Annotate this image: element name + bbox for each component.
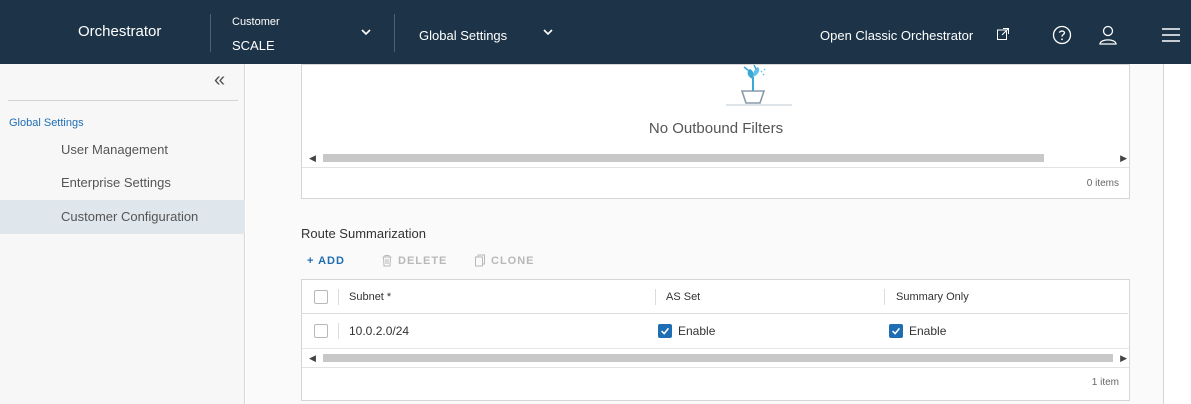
as-set-label: Enable — [678, 324, 716, 338]
header-divider — [210, 14, 211, 52]
sidebar-item-customer-configuration[interactable]: Customer Configuration — [0, 200, 245, 234]
scrollbar-thumb[interactable] — [323, 354, 1113, 362]
row-select-checkbox[interactable] — [314, 324, 328, 338]
header-divider — [394, 14, 395, 52]
user-icon[interactable] — [1098, 24, 1118, 46]
column-header-summary-only[interactable]: Summary Only — [896, 280, 969, 314]
clone-button[interactable]: CLONE — [491, 255, 535, 267]
summary-only-label: Enable — [909, 324, 947, 338]
right-gutter — [1164, 64, 1191, 404]
top-header: Orchestrator Customer SCALE Global Setti… — [0, 0, 1191, 64]
footer-divider — [302, 167, 1129, 168]
external-link-icon[interactable] — [996, 27, 1010, 41]
sidebar — [0, 64, 245, 404]
footer-divider — [302, 367, 1129, 368]
outbound-filters-grid: No Outbound Filters ◀ ▶ 0 items — [301, 64, 1130, 199]
as-set-checkbox[interactable] — [658, 324, 672, 338]
help-icon[interactable] — [1052, 25, 1072, 45]
section-title: Route Summarization — [301, 226, 426, 241]
scrollbar-thumb[interactable] — [323, 154, 1044, 162]
scroll-left-icon[interactable]: ◀ — [309, 352, 316, 364]
column-divider — [884, 289, 885, 305]
collapse-sidebar-icon[interactable]: « — [214, 70, 234, 90]
copy-icon — [475, 254, 485, 267]
sidebar-section-title: Global Settings — [9, 117, 84, 129]
delete-button[interactable]: DELETE — [398, 255, 447, 267]
customer-chevron-down-icon[interactable] — [359, 25, 373, 39]
scroll-left-icon[interactable]: ◀ — [309, 152, 316, 164]
open-classic-orchestrator-link[interactable]: Open Classic Orchestrator — [820, 0, 973, 72]
scroll-right-icon[interactable]: ▶ — [1120, 352, 1127, 364]
subnet-cell[interactable]: 10.0.2.0/24 — [349, 314, 409, 348]
customer-value[interactable]: SCALE — [232, 38, 275, 53]
add-button[interactable]: + ADD — [307, 255, 345, 267]
trash-icon — [382, 255, 392, 267]
table-row: 10.0.2.0/24 Enable Enable — [302, 314, 1128, 348]
sidebar-item-enterprise-settings[interactable]: Enterprise Settings — [0, 166, 245, 200]
column-divider — [655, 289, 656, 305]
horizontal-scrollbar[interactable]: ◀ ▶ — [309, 152, 1127, 164]
column-divider — [338, 289, 339, 305]
column-divider — [338, 323, 339, 339]
empty-message: No Outbound Filters — [648, 120, 784, 137]
summary-only-checkbox[interactable] — [889, 324, 903, 338]
customer-label: Customer — [232, 16, 280, 28]
horizontal-scrollbar[interactable]: ◀ ▶ — [309, 352, 1127, 364]
global-settings-chevron-down-icon[interactable] — [541, 25, 555, 39]
grid-header: Subnet * AS Set Summary Only — [302, 280, 1128, 314]
hamburger-menu-icon[interactable] — [1161, 26, 1181, 44]
column-header-as-set[interactable]: AS Set — [666, 280, 700, 314]
app-title[interactable]: Orchestrator — [78, 0, 161, 64]
sidebar-item-user-management[interactable]: User Management — [0, 133, 245, 167]
column-header-subnet[interactable]: Subnet * — [349, 280, 391, 314]
grid-divider — [302, 348, 1129, 349]
select-all-checkbox[interactable] — [314, 290, 328, 304]
item-count: 0 items — [1086, 178, 1119, 189]
empty-plant-illustration-icon — [726, 65, 792, 106]
scroll-right-icon[interactable]: ▶ — [1120, 152, 1127, 164]
global-settings-menu[interactable]: Global Settings — [419, 0, 507, 72]
sidebar-divider — [8, 100, 238, 101]
item-count: 1 item — [1091, 377, 1119, 388]
